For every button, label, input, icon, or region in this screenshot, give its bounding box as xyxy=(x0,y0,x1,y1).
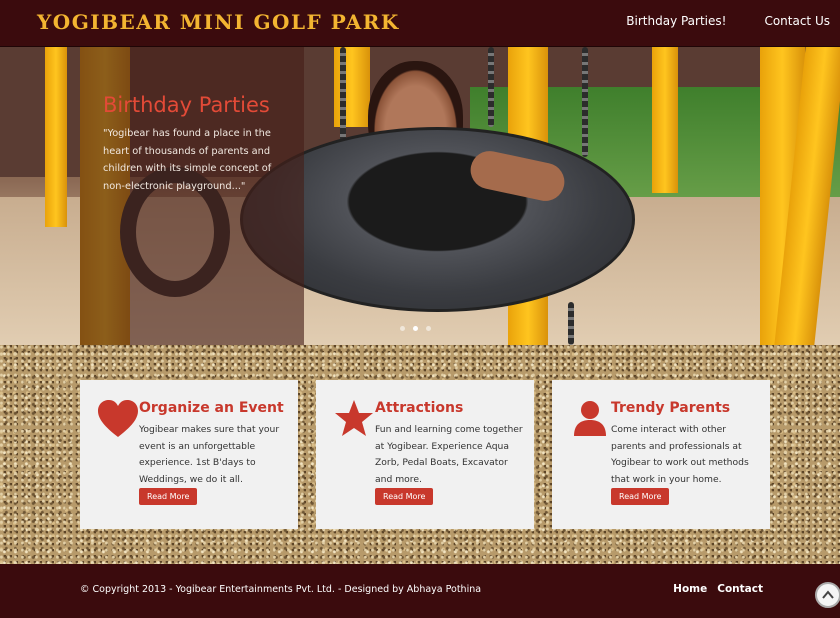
feature-text: Come interact with other parents and pro… xyxy=(611,424,749,485)
heart-icon xyxy=(97,399,139,439)
feature-card-attractions: Attractions Fun and learning come togeth… xyxy=(316,380,534,529)
swing-chain xyxy=(488,47,494,127)
main-nav: Birthday Parties! Contact Us xyxy=(626,14,830,28)
feature-text: Yogibear makes sure that your event is a… xyxy=(139,424,280,485)
hero-slider: Birthday Parties "Yogibear has found a p… xyxy=(0,47,840,345)
slider-dot-active[interactable] xyxy=(413,326,418,331)
swing-chain xyxy=(568,302,574,345)
feature-card-trendy-parents: Trendy Parents Come interact with other … xyxy=(552,380,770,529)
read-more-button[interactable]: Read More xyxy=(611,488,670,505)
yellow-pole xyxy=(652,47,678,193)
site-header: YOGIBEAR MINI GOLF PARK Birthday Parties… xyxy=(0,0,840,47)
user-icon xyxy=(569,399,611,439)
feature-title: Attractions xyxy=(375,400,464,416)
footer-link-contact[interactable]: Contact xyxy=(717,583,763,595)
back-to-top-button[interactable] xyxy=(815,582,840,608)
swing-chain xyxy=(582,47,588,157)
footer-nav: Home Contact xyxy=(673,583,763,595)
read-more-button[interactable]: Read More xyxy=(375,488,434,505)
hero-caption-panel: Birthday Parties "Yogibear has found a p… xyxy=(80,47,304,345)
slider-pagination xyxy=(400,326,431,331)
feature-title: Organize an Event xyxy=(139,400,284,416)
feature-text: Fun and learning come together at Yogibe… xyxy=(375,424,523,485)
features-section: Organize an Event Yogibear makes sure th… xyxy=(0,345,840,564)
read-more-button[interactable]: Read More xyxy=(139,488,198,505)
slider-dot[interactable] xyxy=(400,326,405,331)
nav-contact-us[interactable]: Contact Us xyxy=(764,14,830,28)
slider-dot[interactable] xyxy=(426,326,431,331)
nav-birthday-parties[interactable]: Birthday Parties! xyxy=(626,14,726,28)
site-footer: © Copyright 2013 - Yogibear Entertainmen… xyxy=(0,564,840,618)
yellow-pole xyxy=(45,47,67,227)
hero-title: Birthday Parties xyxy=(103,93,270,117)
chevron-up-icon xyxy=(822,590,834,599)
copyright-text: © Copyright 2013 - Yogibear Entertainmen… xyxy=(80,584,482,595)
star-icon xyxy=(333,399,375,439)
hero-text: "Yogibear has found a place in the heart… xyxy=(103,128,272,192)
site-logo[interactable]: YOGIBEAR MINI GOLF PARK xyxy=(37,10,400,34)
footer-link-home[interactable]: Home xyxy=(673,583,707,595)
feature-title: Trendy Parents xyxy=(611,400,731,416)
feature-card-organize-event: Organize an Event Yogibear makes sure th… xyxy=(80,380,298,529)
